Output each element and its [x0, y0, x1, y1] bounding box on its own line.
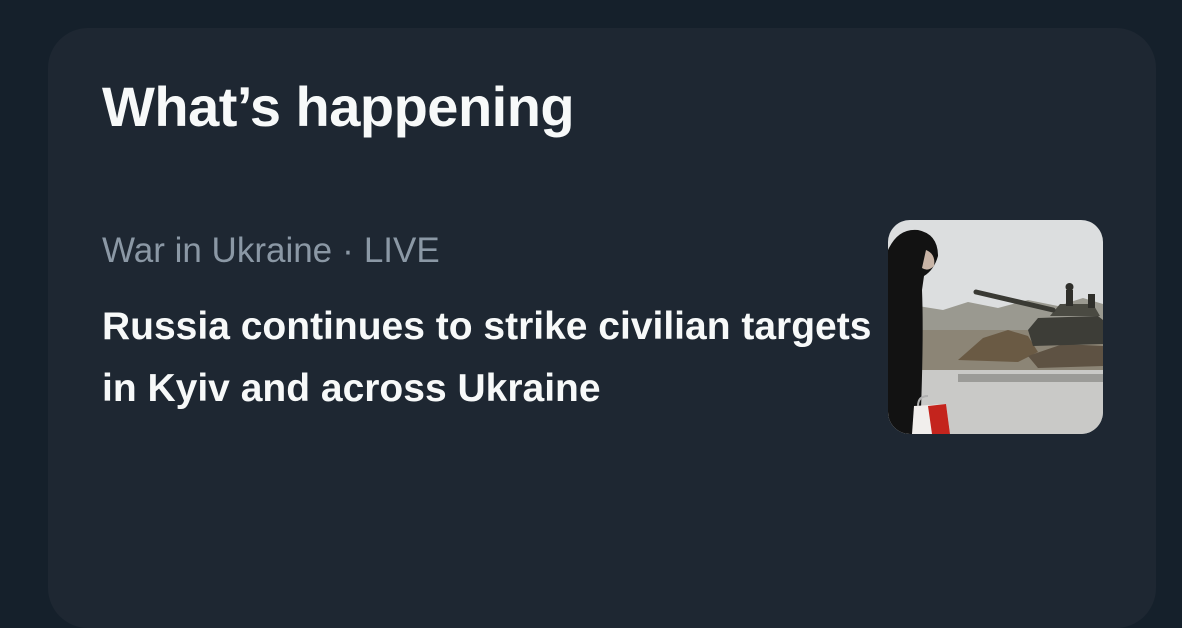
trend-headline: Russia continues to strike civilian targ…	[102, 305, 872, 410]
trend-item[interactable]: War in Ukraine · LIVE Russia continues to …	[48, 196, 1156, 496]
trend-meta: War in Ukraine · LIVE	[102, 228, 440, 274]
trend-live-status: LIVE	[363, 231, 440, 270]
trend-category: War in Ukraine	[102, 231, 333, 270]
trend-thumbnail[interactable]	[888, 220, 1103, 434]
news-photo-thumbnail-icon	[888, 220, 1103, 434]
meta-separator: ·	[342, 231, 354, 270]
section-title: What’s happening	[102, 75, 575, 138]
